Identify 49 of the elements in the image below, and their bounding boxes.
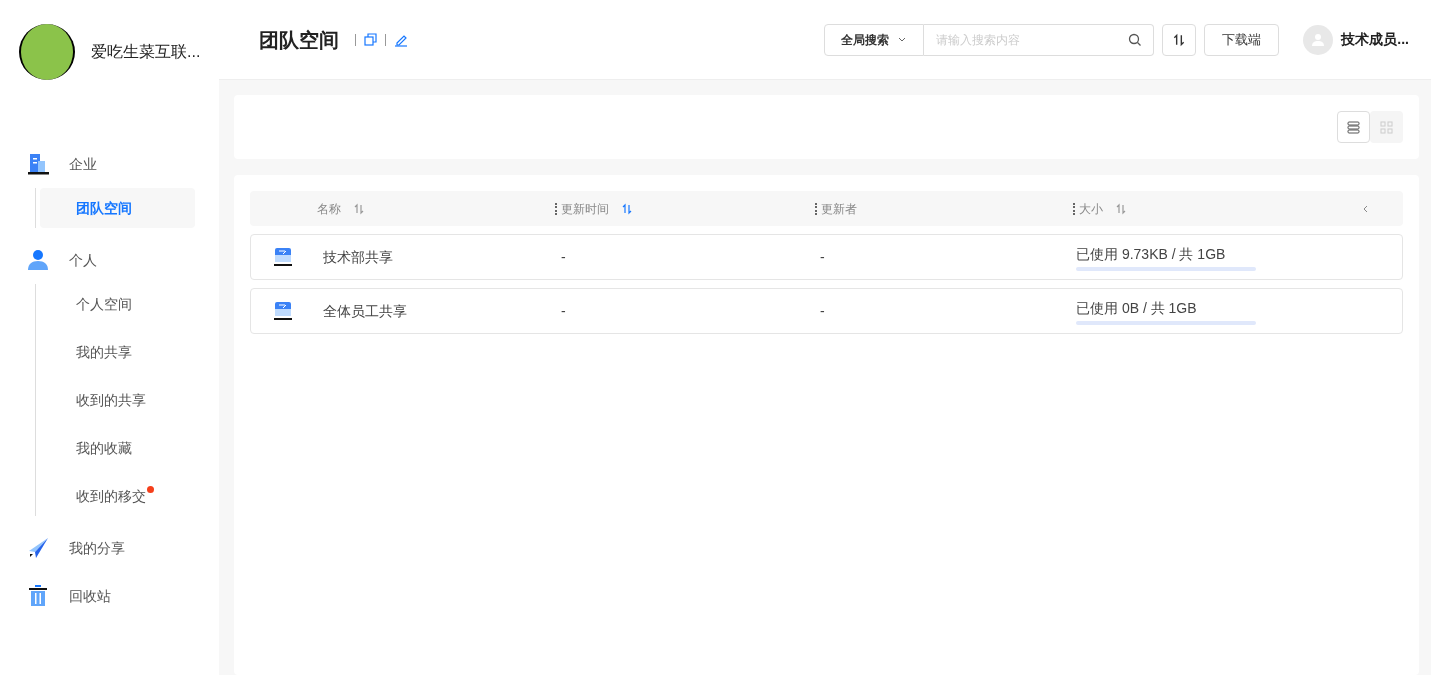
table-cell-text: - [560,301,566,321]
folder-name: 全体员工共享 [323,301,407,321]
table-cell-text: - [560,247,566,267]
search-icon[interactable] [1128,32,1143,47]
paper-plane-icon [27,537,49,559]
user-name: 技术成员... [1341,30,1409,49]
storage-usage: 已使用 9.73KB / 共 1GB [1076,244,1226,264]
nav-item[interactable]: 回收站 [0,572,219,620]
nav-item[interactable]: 个人 [0,236,219,284]
table-cell-text: - [819,301,825,321]
list-view-button[interactable] [1337,111,1370,143]
column-resize-handle[interactable] [1073,202,1075,215]
column-header: 名称 [317,200,341,218]
sort-icon[interactable] [621,202,633,215]
column-header: 更新者 [821,200,857,218]
page-title: 团队空间 [259,27,339,53]
nav-subitem[interactable]: 收到的移交 [40,476,195,516]
trash-icon [27,585,49,607]
nav-subitem[interactable]: 我的共享 [40,332,195,372]
column-header: 大小 [1079,200,1103,218]
org-avatar [19,24,75,80]
grid-icon [1380,120,1393,134]
sort-icon[interactable] [1115,202,1127,215]
nav-subitem[interactable]: 收到的共享 [40,380,195,420]
column-resize-handle[interactable] [815,202,817,215]
org-name: 爱吃生菜互联... [91,42,201,62]
folder-name: 技术部共享 [323,247,393,267]
table-cell-text: - [819,247,825,267]
nav-subitem[interactable]: 个人空间 [40,284,195,324]
nav-item[interactable]: 企业 [0,140,219,188]
sort-icon[interactable] [353,202,365,215]
nav-subitem[interactable]: 团队空间 [40,188,195,228]
storage-usage: 已使用 0B / 共 1GB [1076,298,1197,318]
drive-icon [273,247,293,267]
nav-subitem[interactable]: 我的收藏 [40,428,195,468]
building-icon [27,153,49,175]
search-scope-dropdown[interactable]: 全局搜索 [824,23,925,56]
nav-item[interactable]: 我的分享 [0,524,219,572]
drive-icon [273,301,293,321]
column-header: 更新时间 [561,200,609,218]
sort-icon [1172,32,1187,47]
table-row[interactable]: 技术部共享 - - 已使用 9.73KB / 共 1GB [250,234,1403,280]
table-row[interactable]: 全体员工共享 - - 已使用 0B / 共 1GB [250,288,1403,334]
person-icon [27,249,49,271]
copy-icon[interactable] [364,33,377,46]
list-icon [1347,120,1360,134]
download-button[interactable]: 下载端 [1204,23,1280,56]
column-resize-handle[interactable] [555,202,557,215]
sort-toggle-button[interactable] [1162,23,1197,56]
